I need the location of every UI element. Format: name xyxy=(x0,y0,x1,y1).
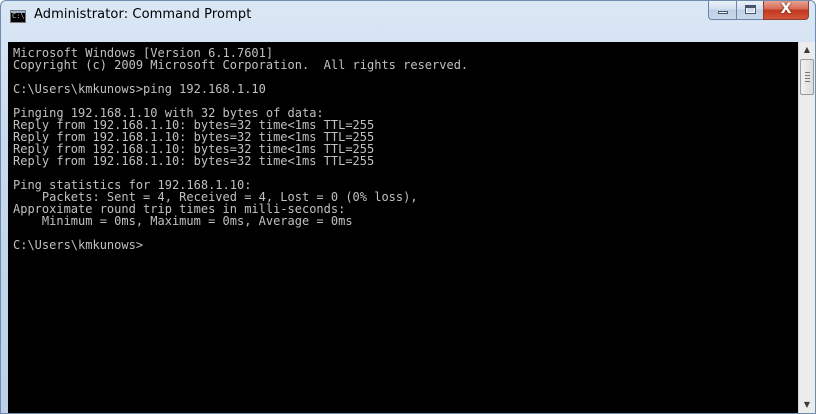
close-button[interactable]: X xyxy=(763,1,809,20)
thumb-grip-line xyxy=(805,72,810,73)
minimize-button[interactable] xyxy=(708,1,736,20)
console-line: C:\Users\kmkunows> xyxy=(13,238,144,252)
console-line: Copyright (c) 2009 Microsoft Corporation… xyxy=(13,58,469,72)
window-title: Administrator: Command Prompt xyxy=(34,7,252,22)
console-line: C:\Users\kmkunows>ping 192.168.1.10 xyxy=(13,82,266,96)
thumb-grip-line xyxy=(805,78,810,79)
minimize-icon xyxy=(718,11,728,14)
scroll-down-icon[interactable]: ▼ xyxy=(799,397,815,413)
console-text: Microsoft Windows [Version 6.1.7601] Copy… xyxy=(13,47,468,251)
scroll-up-icon[interactable]: ▲ xyxy=(799,42,815,58)
maximize-button[interactable] xyxy=(736,1,763,20)
command-prompt-window: C:\. Administrator: Command Prompt X Mic… xyxy=(0,0,816,414)
console-output[interactable]: Microsoft Windows [Version 6.1.7601] Copy… xyxy=(8,42,798,413)
console-line: Minimum = 0ms, Maximum = 0ms, Average = … xyxy=(13,214,353,228)
command-prompt-icon[interactable]: C:\. xyxy=(10,10,26,23)
console-line: Reply from 192.168.1.10: bytes=32 time<1… xyxy=(13,154,375,168)
maximize-icon xyxy=(745,5,756,14)
thumb-grip-line xyxy=(805,75,810,76)
scroll-thumb[interactable] xyxy=(800,59,814,95)
console-frame: Microsoft Windows [Version 6.1.7601] Copy… xyxy=(8,42,815,413)
title-bar[interactable]: C:\. Administrator: Command Prompt X xyxy=(1,1,815,35)
window-controls: X xyxy=(708,1,809,21)
close-icon: X xyxy=(780,1,792,17)
thumb-grip-line xyxy=(805,81,810,82)
vertical-scrollbar[interactable]: ▲ ▼ xyxy=(798,42,815,413)
